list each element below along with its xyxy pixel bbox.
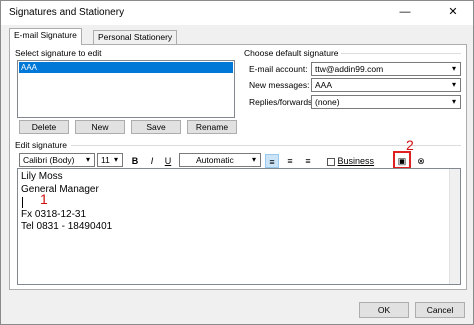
align-center-icon[interactable]: ≡ (283, 154, 297, 168)
cancel-button[interactable]: Cancel (415, 302, 465, 318)
replies-value: (none) (315, 97, 340, 107)
annotation-1: 1 (40, 191, 48, 207)
font-size-select[interactable]: 11 ▾ (97, 153, 123, 167)
signature-line: Fx 0318-12-31 (21, 209, 87, 220)
edit-signature-label: Edit signature (15, 140, 67, 150)
chevron-down-icon: ▾ (451, 80, 456, 89)
annotation-2: 2 (406, 137, 414, 153)
chevron-down-icon: ▾ (113, 155, 118, 164)
ok-button[interactable]: OK (359, 302, 409, 318)
font-value: Calibri (Body) (23, 155, 75, 165)
insert-picture-icon[interactable]: ▣ (397, 154, 407, 168)
select-signature-label: Select signature to edit (15, 48, 102, 58)
editor-scrollbar[interactable] (449, 169, 460, 284)
signature-line: Lily Moss (21, 171, 63, 182)
signature-editor[interactable]: Lily Moss General Manager Fx 0318-12-31 … (17, 168, 461, 285)
chevron-down-icon: ▾ (251, 155, 256, 164)
save-button[interactable]: Save (131, 120, 181, 134)
new-messages-label: New messages: (249, 80, 310, 90)
align-right-icon[interactable]: ≡ (301, 154, 315, 168)
email-account-value: ttw@addin99.com (315, 64, 384, 74)
chevron-down-icon: ▾ (451, 64, 456, 73)
align-left-icon[interactable]: ≡ (265, 154, 279, 168)
delete-button[interactable]: Delete (19, 120, 69, 134)
italic-button[interactable]: I (147, 154, 157, 168)
new-messages-select[interactable]: AAA ▾ (311, 78, 461, 92)
rename-button[interactable]: Rename (187, 120, 237, 134)
new-messages-value: AAA (315, 80, 333, 90)
close-button[interactable]: ✕ (441, 3, 465, 21)
font-color-select[interactable]: Automatic ▾ (179, 153, 261, 167)
minimize-button[interactable]: — (393, 3, 417, 21)
chevron-down-icon: ▾ (85, 155, 90, 164)
signatures-dialog: Signatures and Stationery — ✕ E-mail Sig… (0, 0, 474, 325)
new-button[interactable]: New (75, 120, 125, 134)
chevron-down-icon: ▾ (451, 97, 456, 106)
text-cursor (22, 197, 23, 208)
group-divider (71, 145, 461, 146)
replies-select[interactable]: (none) ▾ (311, 95, 461, 109)
font-color-value: Automatic (196, 155, 234, 165)
business-card-icon (327, 157, 335, 166)
title-bar: Signatures and Stationery — ✕ (1, 1, 473, 25)
signature-line: General Manager (21, 184, 99, 195)
signature-list[interactable]: AAA (17, 60, 235, 118)
group-divider (341, 53, 461, 54)
underline-button[interactable]: U (163, 154, 173, 168)
tab-label: E-mail Signature (14, 30, 77, 40)
tab-email-signature[interactable]: E-mail Signature (9, 28, 82, 45)
tab-personal-stationery[interactable]: Personal Stationery (93, 30, 178, 44)
email-account-label: E-mail account: (249, 64, 308, 74)
signature-list-item[interactable]: AAA (19, 62, 233, 73)
signature-line: Tel 0831 - 18490401 (21, 221, 113, 232)
tab-label: Personal Stationery (98, 32, 173, 42)
replies-label: Replies/forwards: (249, 97, 315, 107)
default-signature-label: Choose default signature (244, 48, 339, 58)
bold-button[interactable]: B (129, 154, 141, 168)
email-account-select[interactable]: ttw@addin99.com ▾ (311, 62, 461, 76)
hyperlink-icon[interactable]: ⊗ (415, 154, 427, 168)
font-select[interactable]: Calibri (Body) ▾ (19, 153, 95, 167)
business-card-button[interactable]: Business Card (327, 154, 387, 180)
window-title: Signatures and Stationery (9, 7, 125, 18)
font-size-value: 11 (101, 155, 110, 165)
